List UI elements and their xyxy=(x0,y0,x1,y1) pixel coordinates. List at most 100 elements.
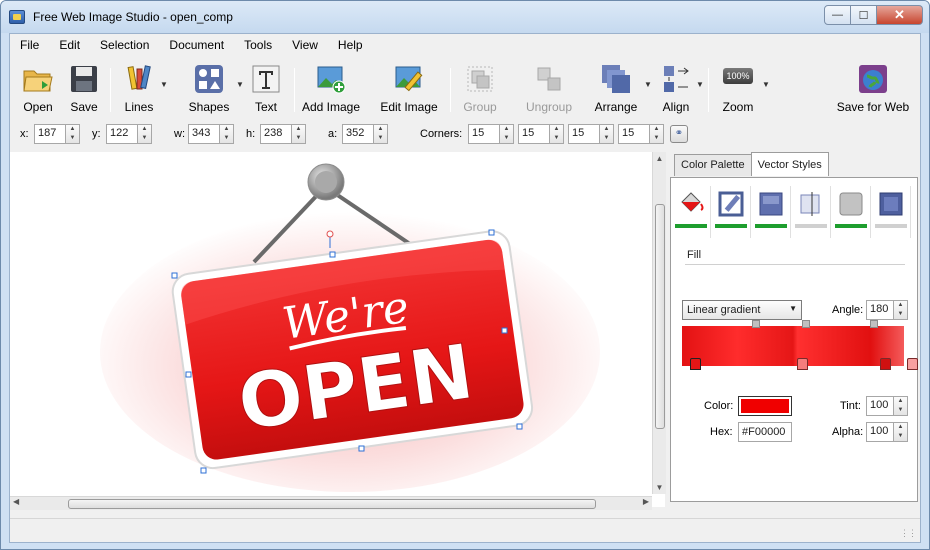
menu-view[interactable]: View xyxy=(292,38,318,52)
menu-file[interactable]: File xyxy=(20,38,39,52)
lines-dropdown-arrow[interactable]: ▼ xyxy=(160,60,170,116)
gradient-angle-field[interactable]: 180 xyxy=(866,300,894,320)
text-button[interactable]: Text xyxy=(246,60,286,116)
corner-4-spinner[interactable]: 15 ▲ ▼ xyxy=(618,124,664,144)
scroll-right-arrow[interactable]: ▶ xyxy=(643,497,649,506)
menu-edit[interactable]: Edit xyxy=(59,38,80,52)
alpha-spinner[interactable]: 100 ▲ ▼ xyxy=(866,422,908,442)
gradient-midpoint-handle[interactable] xyxy=(752,320,760,328)
y-field[interactable]: 122 xyxy=(106,124,138,144)
hex-input[interactable]: #F00000 xyxy=(738,422,792,442)
outline-style-button[interactable] xyxy=(791,186,831,238)
drawing-canvas[interactable]: We're OPEN xyxy=(10,152,665,507)
angle-label: a: xyxy=(328,128,338,140)
gradient-midpoint-handle[interactable] xyxy=(870,320,878,328)
width-spinner[interactable]: 343 ▲ ▼ xyxy=(188,124,234,144)
gradient-stop[interactable] xyxy=(880,358,891,370)
resize-handle[interactable] xyxy=(501,327,508,334)
maximize-button[interactable]: ☐ xyxy=(851,5,877,25)
height-label: h: xyxy=(246,128,256,140)
fill-style-button[interactable] xyxy=(671,186,711,238)
shadow-box-icon xyxy=(879,192,903,216)
group-button[interactable]: Group xyxy=(456,60,504,116)
shapes-icon xyxy=(195,65,223,93)
minimize-button[interactable]: — xyxy=(824,5,851,25)
corner-1-spinner[interactable]: 15 ▲ ▼ xyxy=(468,124,514,144)
bevel-style-button[interactable] xyxy=(831,186,871,238)
resize-grip-icon[interactable]: ⋮⋮ xyxy=(900,528,917,539)
corner-3-spinner[interactable]: 15 ▲ ▼ xyxy=(568,124,614,144)
tab-color-palette[interactable]: Color Palette xyxy=(674,154,752,176)
shadow-style-button[interactable] xyxy=(871,186,911,238)
save-button[interactable]: Save xyxy=(62,60,106,116)
gradient-stop[interactable] xyxy=(907,358,918,370)
gradient-stop[interactable] xyxy=(797,358,808,370)
resize-handle[interactable] xyxy=(358,445,365,452)
alpha-field[interactable]: 100 xyxy=(866,422,894,442)
corner-2-spinner[interactable]: 15 ▲ ▼ xyxy=(518,124,564,144)
fill-section-label: Fill xyxy=(687,249,702,261)
zoom-dropdown-arrow[interactable]: ▼ xyxy=(762,60,772,116)
shapes-button[interactable]: Shapes xyxy=(184,60,234,116)
zoom-button[interactable]: 100% Zoom xyxy=(714,60,762,116)
stroke-style-button[interactable] xyxy=(711,186,751,238)
vertical-scroll-thumb[interactable] xyxy=(655,204,665,429)
menu-tools[interactable]: Tools xyxy=(244,38,272,52)
open-button[interactable]: Open xyxy=(16,60,60,116)
horizontal-scroll-thumb[interactable] xyxy=(68,499,596,509)
menu-help[interactable]: Help xyxy=(338,38,363,52)
corner-4-field[interactable]: 15 xyxy=(618,124,650,144)
gradient-stop-selected[interactable] xyxy=(690,358,701,370)
height-spinner[interactable]: 238 ▲ ▼ xyxy=(260,124,306,144)
corner-2-field[interactable]: 15 xyxy=(518,124,550,144)
corner-1-field[interactable]: 15 xyxy=(468,124,500,144)
gradient-midpoint-handle[interactable] xyxy=(802,320,810,328)
menu-document[interactable]: Document xyxy=(169,38,224,52)
gradient-style-button[interactable] xyxy=(751,186,791,238)
link-corners-icon[interactable]: ⚭ xyxy=(670,125,688,143)
width-field[interactable]: 343 xyxy=(188,124,220,144)
arrange-button[interactable]: Arrange xyxy=(588,60,644,116)
resize-handle[interactable] xyxy=(200,467,207,474)
app-logo-icon xyxy=(9,10,25,24)
align-dropdown-arrow[interactable]: ▼ xyxy=(696,60,706,116)
tint-label: Tint: xyxy=(840,400,861,412)
shapes-dropdown-arrow[interactable]: ▼ xyxy=(236,60,246,116)
align-button[interactable]: Align xyxy=(654,60,698,116)
canvas-vertical-scrollbar[interactable]: ▲ ▼ xyxy=(652,152,666,494)
gradient-angle-spinner[interactable]: 180 ▲ ▼ xyxy=(866,300,908,320)
height-field[interactable]: 238 xyxy=(260,124,292,144)
menu-bar: File Edit Selection Document Tools View … xyxy=(10,34,920,56)
color-swatch[interactable] xyxy=(738,396,792,416)
angle-field[interactable]: 352 xyxy=(342,124,374,144)
gradient-type-select[interactable]: Linear gradient ▼ xyxy=(682,300,802,320)
ungroup-icon xyxy=(537,67,561,91)
corner-3-field[interactable]: 15 xyxy=(568,124,600,144)
edit-image-button[interactable]: Edit Image xyxy=(376,60,442,116)
section-divider xyxy=(685,264,905,265)
x-spinner[interactable]: 187 ▲ ▼ xyxy=(34,124,80,144)
tab-vector-styles[interactable]: Vector Styles xyxy=(750,152,829,176)
save-for-web-button[interactable]: Save for Web xyxy=(830,60,916,116)
angle-spinner[interactable]: 352 ▲ ▼ xyxy=(342,124,388,144)
y-spinner[interactable]: 122 ▲ ▼ xyxy=(106,124,152,144)
resize-handle[interactable] xyxy=(488,229,495,236)
gradient-preview-bar[interactable] xyxy=(682,326,904,366)
scroll-left-arrow[interactable]: ◀ xyxy=(13,497,19,506)
arrange-dropdown-arrow[interactable]: ▼ xyxy=(644,60,654,116)
ungroup-button[interactable]: Ungroup xyxy=(518,60,580,116)
resize-handle[interactable] xyxy=(171,272,178,279)
menu-selection[interactable]: Selection xyxy=(100,38,149,52)
lines-button[interactable]: Lines xyxy=(116,60,162,116)
add-image-button[interactable]: Add Image xyxy=(298,60,364,116)
scroll-down-arrow[interactable]: ▼ xyxy=(653,483,666,492)
close-button[interactable]: ✕ xyxy=(877,5,923,25)
scroll-up-arrow[interactable]: ▲ xyxy=(653,154,666,163)
tint-field[interactable]: 100 xyxy=(866,396,894,416)
resize-handle[interactable] xyxy=(329,251,336,258)
tint-spinner[interactable]: 100 ▲ ▼ xyxy=(866,396,908,416)
resize-handle[interactable] xyxy=(516,423,523,430)
canvas-horizontal-scrollbar[interactable]: ◀ ▶ xyxy=(10,496,652,510)
resize-handle[interactable] xyxy=(185,371,192,378)
x-field[interactable]: 187 xyxy=(34,124,66,144)
